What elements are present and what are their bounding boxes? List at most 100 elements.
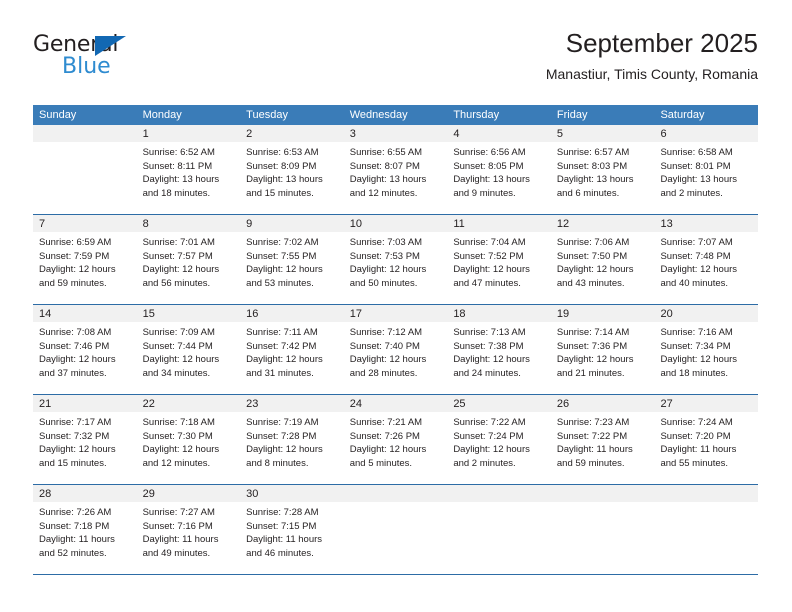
day-number-16[interactable]: 16 bbox=[240, 305, 344, 322]
day-number-row: 28 29 30 bbox=[33, 485, 758, 502]
weekday-header-tuesday: Tuesday bbox=[246, 109, 288, 121]
day-number-10[interactable]: 10 bbox=[344, 215, 448, 232]
day-number-20[interactable]: 20 bbox=[654, 305, 758, 322]
day-number-row: 7 8 9 10 11 12 13 bbox=[33, 215, 758, 232]
day-number-24[interactable]: 24 bbox=[344, 395, 448, 412]
day-number-30[interactable]: 30 bbox=[240, 485, 344, 502]
day-number-19[interactable]: 19 bbox=[551, 305, 655, 322]
day-detail-line: Daylight: 12 hours bbox=[349, 264, 427, 275]
day-detail-line: and 55 minutes. bbox=[660, 457, 729, 469]
day-number-17[interactable]: 17 bbox=[344, 305, 448, 322]
day-detail-line: Sunset: 7:53 PM bbox=[349, 250, 420, 262]
day-detail-line: Sunrise: 6:55 AM bbox=[349, 147, 423, 158]
day-number-7[interactable]: 7 bbox=[33, 215, 137, 232]
day-detail-12: Sunrise: 7:06 AM Sunset: 7:50 PM Daylight:… bbox=[551, 232, 655, 304]
day-number-12[interactable]: 12 bbox=[551, 215, 655, 232]
day-cell-empty bbox=[551, 485, 655, 502]
day-detail-line: Sunset: 7:44 PM bbox=[142, 340, 213, 352]
day-detail-line: Daylight: 12 hours bbox=[453, 264, 530, 275]
day-detail-line: Sunset: 7:48 PM bbox=[660, 250, 731, 262]
day-number-4[interactable]: 4 bbox=[447, 125, 551, 142]
calendar-week-row: 1 2 3 4 5 6 Sunrise: 6:52 AM Sunset: 8:11 PM Day… bbox=[33, 125, 758, 214]
day-detail-21: Sunrise: 7:17 AM Sunset: 7:32 PM Daylight:… bbox=[33, 412, 137, 484]
day-detail-17: Sunrise: 7:12 AM Sunset: 7:40 PM Daylight:… bbox=[344, 322, 448, 394]
day-detail-16: Sunrise: 7:11 AM Sunset: 7:42 PM Daylight:… bbox=[240, 322, 344, 394]
day-number-13[interactable]: 13 bbox=[654, 215, 758, 232]
day-detail-line: Sunrise: 6:58 AM bbox=[660, 147, 733, 158]
day-detail-line: Daylight: 12 hours bbox=[453, 444, 530, 455]
day-detail-line: Daylight: 12 hours bbox=[660, 354, 738, 365]
weekday-header-row: Sunday Monday Tuesday Wednesday Thursday Frid… bbox=[33, 105, 758, 125]
day-number-22[interactable]: 22 bbox=[137, 395, 241, 412]
page-subtitle: Manastiur, Timis County, Romania bbox=[545, 66, 758, 82]
day-detail-line: Daylight: 12 hours bbox=[142, 444, 220, 455]
day-number-28[interactable]: 28 bbox=[33, 485, 137, 502]
day-detail-line: Sunset: 8:11 PM bbox=[142, 160, 213, 172]
page-header: General Blue September 2025 Manastiur, T… bbox=[33, 26, 758, 98]
day-detail-line: Sunrise: 7:09 AM bbox=[142, 327, 215, 338]
day-detail-line: and 31 minutes. bbox=[246, 367, 314, 379]
day-number-29[interactable]: 29 bbox=[137, 485, 241, 502]
day-number-18[interactable]: 18 bbox=[447, 305, 551, 322]
day-detail-line: Daylight: 13 hours bbox=[142, 174, 220, 185]
day-detail-20: Sunrise: 7:16 AM Sunset: 7:34 PM Daylight:… bbox=[654, 322, 758, 394]
day-detail-line: and 53 minutes. bbox=[246, 277, 314, 289]
day-detail-line: Sunset: 7:59 PM bbox=[39, 250, 110, 262]
day-detail-line: Sunrise: 7:11 AM bbox=[246, 327, 318, 338]
day-cell-empty bbox=[33, 125, 137, 142]
day-number-11[interactable]: 11 bbox=[447, 215, 551, 232]
day-number-14[interactable]: 14 bbox=[33, 305, 137, 322]
day-detail-line: and 52 minutes. bbox=[39, 547, 107, 559]
general-blue-logo[interactable]: General Blue bbox=[33, 32, 143, 84]
day-detail-line: Sunset: 7:26 PM bbox=[349, 430, 420, 442]
day-detail-row: Sunrise: 6:52 AM Sunset: 8:11 PM Daylight:… bbox=[33, 142, 758, 214]
day-number-27[interactable]: 27 bbox=[654, 395, 758, 412]
logo-triangle-icon bbox=[95, 36, 126, 56]
day-number-1[interactable]: 1 bbox=[137, 125, 241, 142]
day-detail-line: and 5 minutes. bbox=[349, 457, 413, 469]
day-number-2[interactable]: 2 bbox=[240, 125, 344, 142]
day-number-23[interactable]: 23 bbox=[240, 395, 344, 412]
page-title: September 2025 bbox=[565, 28, 758, 58]
day-detail-line: Sunrise: 7:08 AM bbox=[39, 327, 112, 338]
day-number-26[interactable]: 26 bbox=[551, 395, 655, 412]
day-detail-line: Sunset: 8:03 PM bbox=[556, 160, 628, 172]
day-number-9[interactable]: 9 bbox=[240, 215, 344, 232]
day-detail-28: Sunrise: 7:26 AM Sunset: 7:18 PM Daylight:… bbox=[33, 502, 137, 574]
calendar-week-row: 21 22 23 24 25 26 27 Sunrise: 7:17 AM Sunset: 7:… bbox=[33, 394, 758, 484]
day-detail-line: and 47 minutes. bbox=[453, 277, 521, 289]
day-number-25[interactable]: 25 bbox=[447, 395, 551, 412]
day-number-8[interactable]: 8 bbox=[137, 215, 241, 232]
day-detail-line: Daylight: 12 hours bbox=[39, 264, 116, 275]
day-detail-line: Daylight: 13 hours bbox=[246, 174, 323, 185]
day-number-21[interactable]: 21 bbox=[33, 395, 137, 412]
day-number-15[interactable]: 15 bbox=[137, 305, 241, 322]
day-detail-line: Daylight: 11 hours bbox=[660, 444, 737, 455]
day-detail-line: and 24 minutes. bbox=[453, 367, 521, 379]
day-detail-2: Sunrise: 6:53 AM Sunset: 8:09 PM Daylight:… bbox=[240, 142, 344, 214]
day-detail-line: and 37 minutes. bbox=[39, 367, 107, 379]
day-detail-line: Sunrise: 7:02 AM bbox=[246, 237, 319, 248]
day-number-5[interactable]: 5 bbox=[551, 125, 655, 142]
weekday-header-wednesday: Wednesday bbox=[349, 109, 408, 121]
day-detail-line: and 59 minutes. bbox=[39, 277, 107, 289]
day-detail-line: and 18 minutes. bbox=[142, 187, 211, 199]
calendar-page: General Blue September 2025 Manastiur, T… bbox=[0, 0, 792, 612]
day-number-3[interactable]: 3 bbox=[344, 125, 448, 142]
weekday-header-friday: Friday bbox=[556, 109, 588, 121]
day-detail-line: Sunrise: 6:53 AM bbox=[246, 147, 319, 158]
day-detail-line: and 46 minutes. bbox=[246, 547, 314, 559]
day-detail-line: Sunrise: 7:06 AM bbox=[556, 237, 630, 248]
day-detail-7: Sunrise: 6:59 AM Sunset: 7:59 PM Daylight:… bbox=[33, 232, 137, 304]
day-detail-line: and 12 minutes. bbox=[349, 187, 418, 199]
day-detail-22: Sunrise: 7:18 AM Sunset: 7:30 PM Daylight:… bbox=[137, 412, 241, 484]
day-detail-line: Sunrise: 6:56 AM bbox=[453, 147, 526, 158]
day-detail-24: Sunrise: 7:21 AM Sunset: 7:26 PM Daylight:… bbox=[344, 412, 448, 484]
day-detail-line: Sunrise: 7:19 AM bbox=[246, 417, 319, 428]
day-detail-11: Sunrise: 7:04 AM Sunset: 7:52 PM Daylight:… bbox=[447, 232, 551, 304]
day-number-6[interactable]: 6 bbox=[654, 125, 758, 142]
day-detail-line: Sunrise: 7:04 AM bbox=[453, 237, 526, 248]
day-detail-line: Daylight: 12 hours bbox=[246, 264, 323, 275]
day-cell-empty bbox=[654, 485, 758, 502]
day-detail-29: Sunrise: 7:27 AM Sunset: 7:16 PM Daylight:… bbox=[137, 502, 241, 574]
